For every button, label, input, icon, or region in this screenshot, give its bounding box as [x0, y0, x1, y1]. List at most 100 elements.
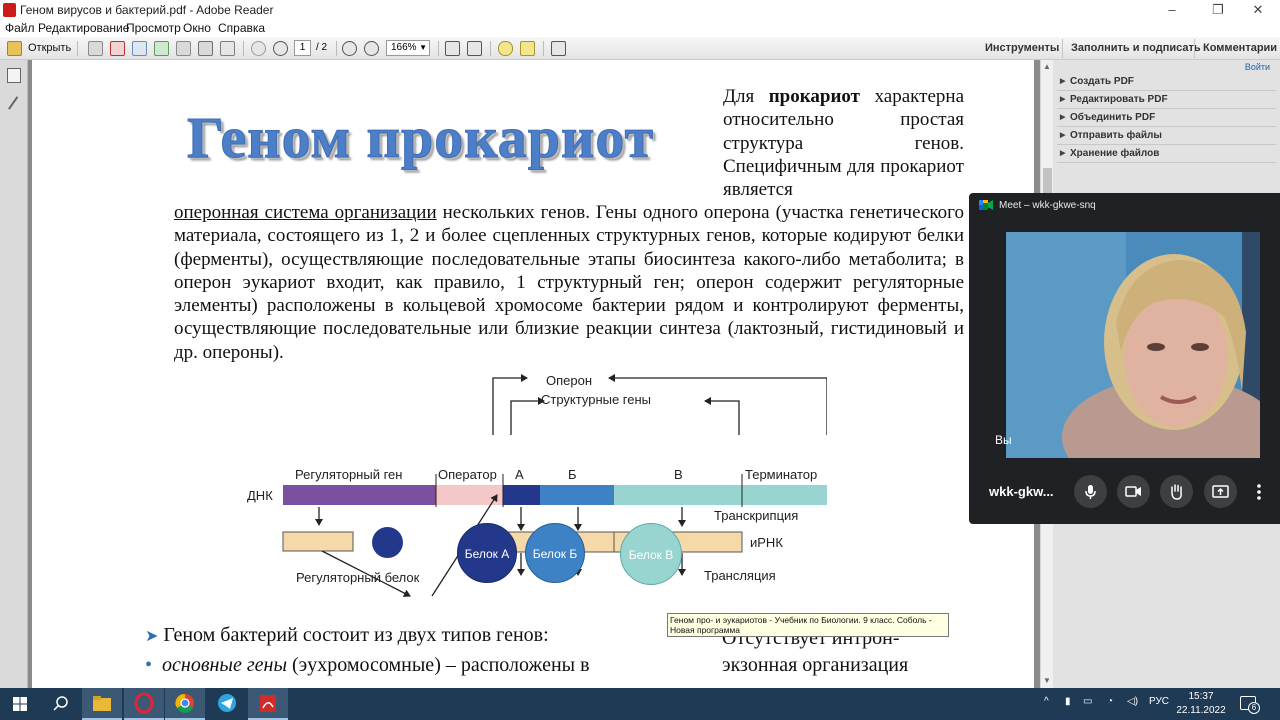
- gene-v-label: В: [674, 467, 683, 482]
- telegram-icon: [218, 694, 236, 712]
- menu-view[interactable]: Просмотр: [126, 21, 181, 35]
- taskbar-file-explorer[interactable]: [82, 688, 122, 720]
- panel-item-label: Хранение файлов: [1070, 148, 1160, 159]
- toolbar-divider: [77, 41, 78, 56]
- tray-language[interactable]: РУС: [1149, 696, 1169, 707]
- participant-video-image: [1006, 232, 1260, 458]
- close-button[interactable]: ✕: [1238, 0, 1278, 20]
- repressor-arrow: [431, 494, 498, 597]
- gene-b-segment: [540, 485, 614, 505]
- signin-link[interactable]: Войти: [1245, 62, 1270, 72]
- tray-volume-icon[interactable]: ◁): [1127, 696, 1138, 707]
- email-icon[interactable]: [220, 41, 235, 56]
- meeting-code: wkk-gkw...: [989, 484, 1054, 499]
- edit-icon[interactable]: [132, 41, 147, 56]
- tray-wifi-icon[interactable]: ◔: [1107, 696, 1113, 707]
- tray-expand-icon[interactable]: ^: [1044, 696, 1049, 707]
- zoom-out-icon[interactable]: [342, 41, 357, 56]
- window-title: Геном вирусов и бактерий.pdf - Adobe Rea…: [20, 3, 274, 17]
- menu-bar: Файл Редактирование Просмотр Окно Справк…: [0, 20, 1280, 37]
- cloud-upload-icon[interactable]: [154, 41, 169, 56]
- structural-left-bracket: [510, 397, 545, 435]
- panel-item-label: Объединить PDF: [1070, 112, 1156, 123]
- tray-network-icon[interactable]: ▮: [1065, 696, 1071, 707]
- fill-sign-tab[interactable]: Заполнить и подписать: [1071, 42, 1201, 54]
- intro-text-start: Для: [723, 86, 769, 107]
- open-button[interactable]: Открыть: [28, 42, 71, 54]
- comments-tab[interactable]: Комментарии: [1203, 42, 1277, 54]
- tools-tab[interactable]: Инструменты: [985, 42, 1059, 54]
- taskbar-opera[interactable]: [124, 688, 164, 720]
- taskbar-adobe-reader[interactable]: [248, 688, 288, 720]
- notification-count: 6: [1248, 702, 1260, 714]
- expand-icon: ▶: [1060, 78, 1066, 85]
- more-options-button[interactable]: [1254, 483, 1264, 501]
- raise-hand-button[interactable]: [1160, 475, 1193, 508]
- start-button[interactable]: [0, 688, 40, 720]
- terminator-segment: [742, 485, 831, 505]
- operon-left-bracket: [492, 374, 528, 435]
- notification-center-icon[interactable]: 6: [1240, 696, 1260, 714]
- bullet-italic-term: основные гены: [162, 654, 287, 676]
- regulatory-gene-segment: [283, 485, 436, 505]
- intro-paragraph: Для прокариот характерна относительно пр…: [723, 85, 964, 201]
- fit-page-icon[interactable]: [445, 41, 460, 56]
- taskbar-telegram[interactable]: [207, 688, 247, 720]
- tray-clock[interactable]: 15:37 22.11.2022: [1171, 690, 1231, 718]
- folder-icon: [93, 696, 111, 711]
- toolbar-divider: [336, 41, 337, 56]
- expand-icon: ▶: [1060, 132, 1066, 139]
- zoom-select[interactable]: 166% ▼: [386, 40, 430, 56]
- taskbar-chrome[interactable]: [165, 688, 205, 720]
- zoom-in-icon[interactable]: [364, 41, 379, 56]
- full-screen-icon[interactable]: [551, 41, 566, 56]
- restore-button[interactable]: ❐: [1198, 0, 1238, 20]
- panel-item-edit-pdf[interactable]: ▶ Редактировать PDF: [1057, 92, 1276, 109]
- gene-v-segment: [614, 485, 742, 505]
- present-screen-icon: [1212, 485, 1229, 498]
- open-folder-icon[interactable]: [7, 41, 22, 56]
- save-icon[interactable]: [176, 41, 191, 56]
- search-button[interactable]: [40, 688, 80, 720]
- panel-item-create-pdf[interactable]: ▶ Создать PDF: [1057, 74, 1276, 91]
- panel-item-label: Отправить файлы: [1070, 130, 1162, 141]
- highlight-icon[interactable]: [520, 41, 535, 56]
- toolbar: Открыть 1 / 2 166% ▼ Инструменты Заполнит…: [0, 37, 1280, 60]
- print-icon[interactable]: [198, 41, 213, 56]
- camera-button[interactable]: [1117, 475, 1150, 508]
- present-screen-button[interactable]: [1204, 475, 1237, 508]
- tray-screen-icon[interactable]: ▭: [1083, 696, 1092, 707]
- pdf-export-icon[interactable]: [110, 41, 125, 56]
- menu-edit[interactable]: Редактирование: [38, 21, 129, 35]
- fit-width-icon[interactable]: [467, 41, 482, 56]
- previous-page-icon[interactable]: [251, 41, 266, 56]
- tooltip: Геном про- и эукариотов - Учебник по Био…: [667, 613, 949, 637]
- scroll-up-icon[interactable]: ▲: [1043, 62, 1051, 71]
- page-number-input[interactable]: 1: [294, 40, 311, 56]
- mrna-b-bar: [539, 531, 615, 553]
- minimize-button[interactable]: –: [1152, 0, 1192, 20]
- pages-panel-icon[interactable]: [7, 68, 21, 83]
- panel-item-send-files[interactable]: ▶ Отправить файлы: [1057, 128, 1276, 145]
- menu-window[interactable]: Окно: [183, 21, 211, 35]
- adobe-reader-icon: [260, 695, 276, 712]
- panel-item-store-files[interactable]: ▶ Хранение файлов: [1057, 146, 1276, 163]
- panel-item-label: Создать PDF: [1070, 76, 1134, 87]
- opera-icon: [134, 692, 154, 714]
- bullet-text: (эухромосомные) – расположены в: [287, 654, 590, 676]
- comment-icon[interactable]: [498, 41, 513, 56]
- microphone-button[interactable]: [1074, 475, 1107, 508]
- chrome-icon: [175, 693, 194, 713]
- menu-file[interactable]: Файл: [5, 21, 35, 35]
- scroll-down-icon[interactable]: ▼: [1043, 676, 1051, 685]
- toolbar-divider: [490, 41, 491, 56]
- panel-item-combine-pdf[interactable]: ▶ Объединить PDF: [1057, 110, 1276, 127]
- next-page-icon[interactable]: [273, 41, 288, 56]
- meet-pip-window[interactable]: Meet – wkk-gkwe-snq Вы wkk-gkw...: [969, 193, 1280, 524]
- signature-pen-icon[interactable]: [8, 96, 20, 111]
- create-pdf-icon[interactable]: [88, 41, 103, 56]
- menu-help[interactable]: Справка: [218, 21, 265, 35]
- translation-label: Трансляция: [704, 568, 776, 583]
- document-viewer[interactable]: Геном прокариот Для прокариот характерна…: [28, 60, 1040, 688]
- arrow-bullet-icon: ➤: [145, 628, 159, 645]
